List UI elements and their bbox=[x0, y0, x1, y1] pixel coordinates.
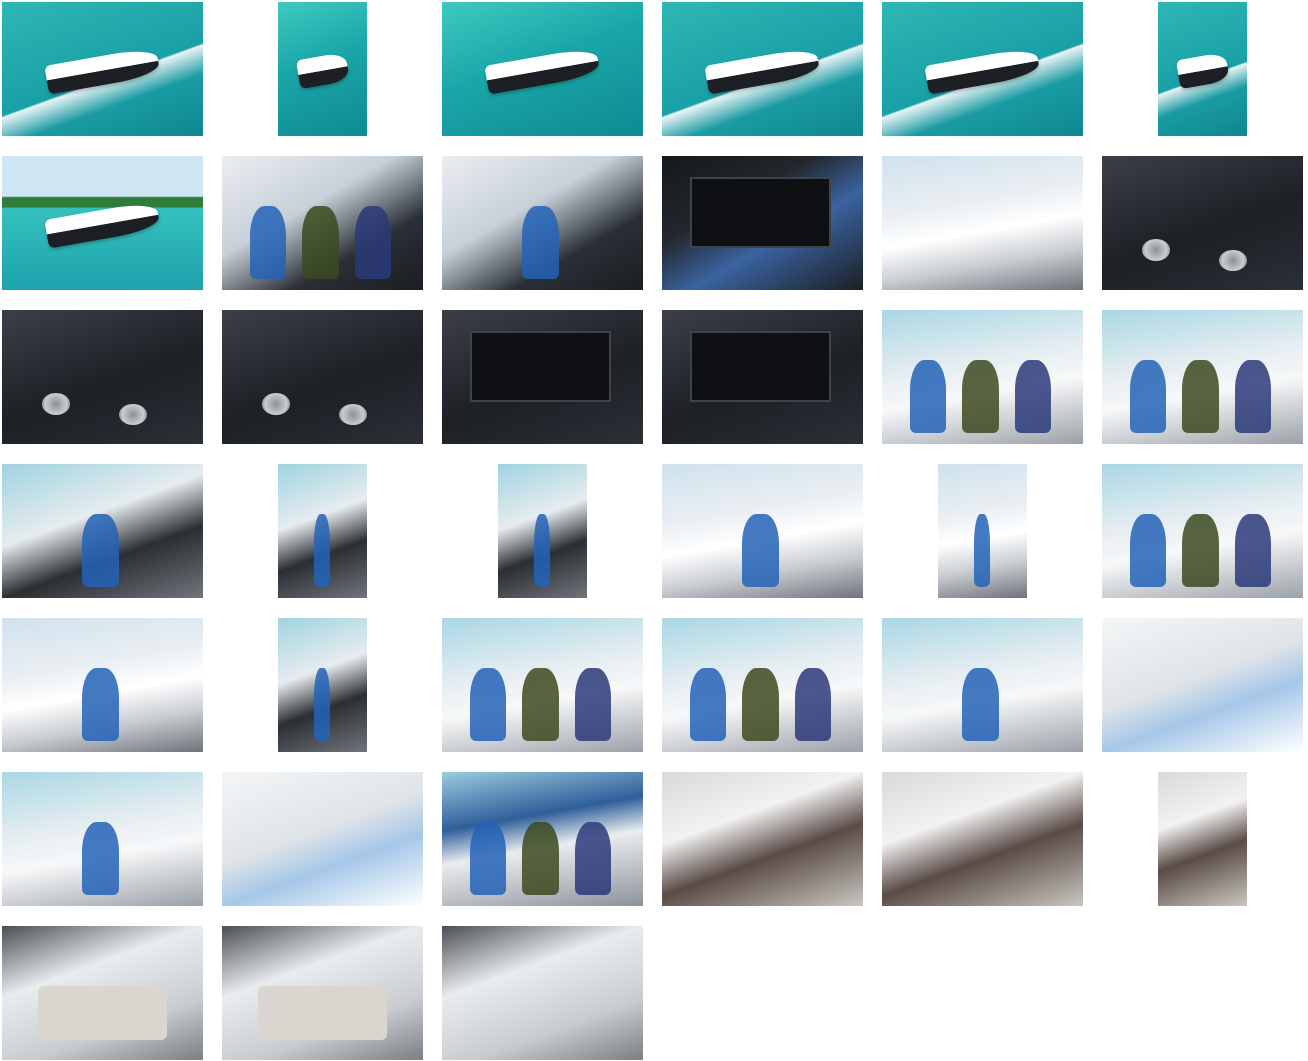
gallery-thumbnail-cabin-vertical[interactable] bbox=[1158, 772, 1247, 906]
cupholder-icon bbox=[42, 393, 71, 415]
thumbnail-image bbox=[882, 772, 1083, 906]
gallery-thumbnail-cabin-berth[interactable] bbox=[2, 926, 203, 1060]
berth-shape bbox=[38, 986, 167, 1040]
display-panel bbox=[470, 331, 611, 403]
thumbnail-image bbox=[2, 310, 203, 444]
thumbnail-image bbox=[1158, 772, 1247, 906]
person-figure bbox=[522, 205, 559, 280]
person-figure bbox=[973, 513, 990, 588]
thumbnail-image bbox=[882, 156, 1083, 290]
person-figure bbox=[910, 359, 947, 434]
gallery-thumbnail-cabin-interior[interactable] bbox=[662, 772, 863, 906]
gallery-thumbnail-throttle-controls[interactable] bbox=[1102, 156, 1303, 290]
person-figure bbox=[1182, 359, 1219, 434]
person-figure bbox=[250, 205, 287, 280]
gallery-thumbnail-women-on-sofa[interactable] bbox=[1102, 464, 1303, 598]
person-figure bbox=[302, 205, 339, 280]
thumbnail-image bbox=[1102, 618, 1303, 752]
gallery-thumbnail-storage-under-seat[interactable] bbox=[1102, 618, 1303, 752]
person-figure bbox=[1182, 513, 1219, 588]
gallery-thumbnail-man-at-companionway[interactable] bbox=[278, 618, 367, 752]
gallery-thumbnail-woman-at-counter[interactable] bbox=[498, 464, 587, 598]
gallery-thumbnail-boat-aerial-view[interactable] bbox=[442, 2, 643, 136]
person-figure bbox=[574, 821, 611, 896]
person-figure bbox=[1130, 359, 1167, 434]
gallery-thumbnail-woman-at-stern[interactable] bbox=[2, 772, 203, 906]
gallery-thumbnail-woman-companionway[interactable] bbox=[2, 618, 203, 752]
gallery-thumbnail-couple-bow-seating[interactable] bbox=[662, 618, 863, 752]
display-panel bbox=[690, 177, 831, 249]
gallery-thumbnail-group-seating-table[interactable] bbox=[882, 310, 1083, 444]
gallery-thumbnail-woman-at-galley[interactable] bbox=[2, 464, 203, 598]
gallery-thumbnail-boat-with-paddleboarder[interactable] bbox=[278, 2, 367, 136]
person-figure bbox=[313, 513, 330, 588]
gallery-thumbnail-woman-at-sink[interactable] bbox=[278, 464, 367, 598]
gallery-thumbnail-boat-running-turquoise-water[interactable] bbox=[2, 2, 203, 136]
person-figure bbox=[1014, 359, 1051, 434]
person-figure bbox=[522, 667, 559, 742]
display-panel bbox=[690, 331, 831, 403]
gallery-thumbnail-berth-bed[interactable] bbox=[222, 926, 423, 1060]
person-figure bbox=[470, 667, 507, 742]
gallery-thumbnail-touchscreen-display[interactable] bbox=[662, 156, 863, 290]
person-figure bbox=[533, 513, 550, 588]
berth-shape bbox=[258, 986, 387, 1040]
gallery-thumbnail-boat-near-shore[interactable] bbox=[2, 156, 203, 290]
gallery-thumbnail-captain-at-helm[interactable] bbox=[442, 156, 643, 290]
gallery-thumbnail-dash-controls-cupholder[interactable] bbox=[2, 310, 203, 444]
gallery-thumbnail-marina-relaxing[interactable] bbox=[442, 772, 643, 906]
person-figure bbox=[82, 667, 119, 742]
gallery-thumbnail-cooler-with-drinks[interactable] bbox=[222, 772, 423, 906]
cupholder-icon bbox=[262, 393, 291, 415]
person-figure bbox=[522, 821, 559, 896]
gallery-thumbnail-group-under-bimini[interactable] bbox=[442, 618, 643, 752]
gallery-thumbnail-boat-turning-wake[interactable] bbox=[882, 2, 1083, 136]
thumbnail-image bbox=[662, 772, 863, 906]
person-figure bbox=[1234, 513, 1271, 588]
thumbnail-image bbox=[1102, 156, 1303, 290]
person-figure bbox=[1234, 359, 1271, 434]
person-figure bbox=[82, 821, 119, 896]
gallery-thumbnail-woman-seated-cabinet[interactable] bbox=[938, 464, 1027, 598]
thumbnail-image bbox=[442, 926, 643, 1060]
person-figure bbox=[794, 667, 831, 742]
person-figure bbox=[470, 821, 507, 896]
cupholder-icon bbox=[1218, 249, 1247, 272]
gallery-thumbnail-boat-running-wake[interactable] bbox=[662, 2, 863, 136]
person-figure bbox=[742, 513, 779, 588]
gallery-thumbnail-woman-at-fridge[interactable] bbox=[662, 464, 863, 598]
person-figure bbox=[354, 205, 391, 280]
thumbnail-image bbox=[222, 772, 423, 906]
thumbnail-image bbox=[222, 310, 423, 444]
gallery-thumbnail-couple-at-helm[interactable] bbox=[222, 156, 423, 290]
gallery-thumbnail-phone-holders[interactable] bbox=[222, 310, 423, 444]
cupholder-icon bbox=[118, 403, 147, 426]
person-figure bbox=[742, 667, 779, 742]
person-figure bbox=[962, 359, 999, 434]
gallery-thumbnail-hand-on-throttle[interactable] bbox=[882, 156, 1083, 290]
person-figure bbox=[574, 667, 611, 742]
gallery-thumbnail-boat-stern-wake[interactable] bbox=[1158, 2, 1247, 136]
person-figure bbox=[82, 513, 119, 588]
person-figure bbox=[313, 667, 330, 742]
gallery-thumbnail-stereo-and-tablet[interactable] bbox=[442, 310, 643, 444]
photo-gallery-grid bbox=[0, 0, 1308, 1061]
gallery-thumbnail-cabin-galley[interactable] bbox=[882, 772, 1083, 906]
cupholder-icon bbox=[338, 403, 367, 426]
gallery-thumbnail-group-relaxing-cockpit[interactable] bbox=[1102, 310, 1303, 444]
gallery-thumbnail-head-compartment[interactable] bbox=[442, 926, 643, 1060]
person-figure bbox=[690, 667, 727, 742]
gallery-thumbnail-woman-seated-bow[interactable] bbox=[882, 618, 1083, 752]
gallery-thumbnail-storage-compartment[interactable] bbox=[662, 310, 863, 444]
person-figure bbox=[1130, 513, 1167, 588]
person-figure bbox=[962, 667, 999, 742]
cupholder-icon bbox=[1142, 239, 1171, 261]
